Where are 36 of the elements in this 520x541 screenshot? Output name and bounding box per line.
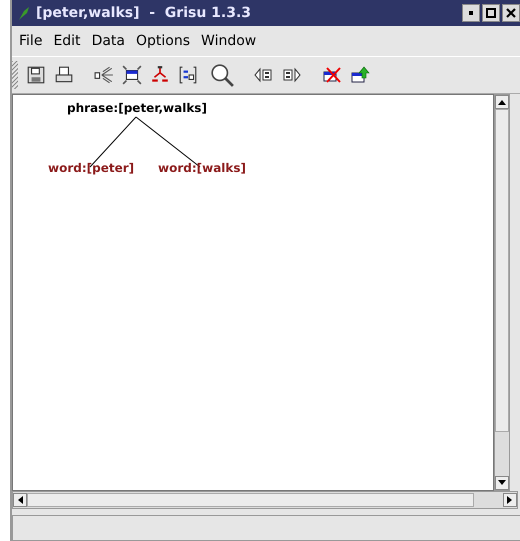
menu-item[interactable]: File [19, 33, 42, 49]
tree-node-label: word:[walks] [158, 161, 246, 175]
shift-right-icon[interactable] [282, 65, 302, 85]
left-arrow-icon [17, 496, 23, 504]
menu-item[interactable]: Options [136, 33, 190, 49]
menu-item[interactable]: Data [92, 33, 125, 49]
scroll-thumb[interactable] [495, 109, 509, 432]
vertical-scrollbar[interactable] [494, 94, 510, 491]
expand-lines-icon[interactable] [94, 65, 114, 85]
horizontal-scrollbar[interactable] [12, 491, 518, 509]
fit-window-icon[interactable] [122, 65, 142, 85]
scroll-right-button[interactable] [503, 493, 517, 507]
scroll-down-button[interactable] [495, 476, 509, 490]
shift-left-icon[interactable] [254, 65, 274, 85]
down-arrow-icon [498, 480, 506, 486]
toolbar-grip[interactable] [12, 61, 18, 89]
app-leaf-icon [16, 5, 32, 21]
scroll-thumb[interactable] [27, 493, 474, 507]
menu-item[interactable]: Edit [53, 33, 81, 49]
menu-item[interactable]: Window [201, 33, 256, 49]
maximize-button[interactable] [482, 4, 500, 22]
window-delete-icon[interactable] [322, 65, 342, 85]
window-export-icon[interactable] [350, 65, 370, 85]
minimize-button[interactable] [462, 4, 480, 22]
window-title: [peter,walks] - Grisu 1.3.3 [36, 5, 252, 21]
tree-node-label: word:[peter] [48, 161, 134, 175]
scroll-up-button[interactable] [495, 95, 509, 109]
up-arrow-icon [498, 99, 506, 105]
close-icon [506, 8, 516, 18]
printer-icon[interactable] [54, 65, 74, 85]
search-icon[interactable] [210, 63, 234, 87]
tree-node-label: phrase:[peter,walks] [67, 101, 207, 115]
right-arrow-icon [507, 496, 513, 504]
scroll-left-button[interactable] [13, 493, 27, 507]
bracket-list-icon[interactable] [178, 65, 198, 85]
close-button[interactable] [502, 4, 520, 22]
